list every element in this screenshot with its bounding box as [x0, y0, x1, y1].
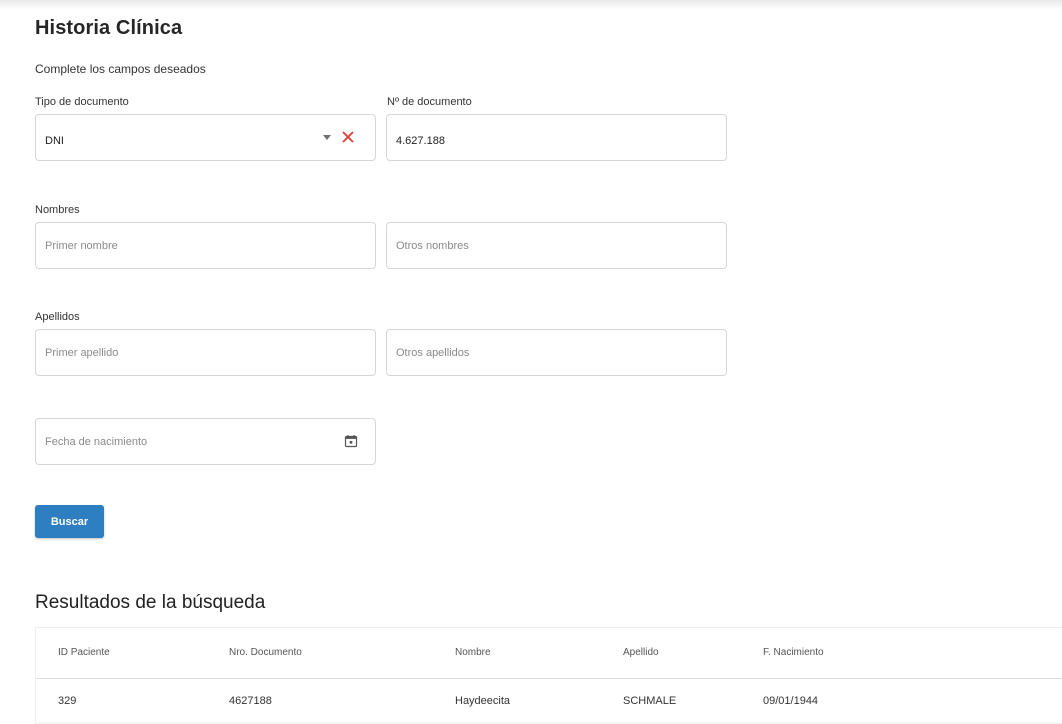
table-row[interactable]: 329 4627188 Haydeecita SCHMALE 09/01/194… — [36, 679, 1062, 723]
first-surname-field[interactable] — [35, 329, 376, 376]
column-header-id: ID Paciente — [58, 647, 110, 658]
results-table: ID Paciente Nro. Documento Nombre Apelli… — [35, 627, 1062, 724]
document-number-label: Nº de documento — [387, 96, 472, 108]
surnames-label: Apellidos — [35, 311, 80, 323]
first-name-input[interactable] — [45, 223, 375, 268]
document-type-select[interactable]: DNI — [35, 114, 376, 161]
cell-birth-date: 09/01/1944 — [763, 695, 819, 707]
column-header-surname: Apellido — [623, 647, 659, 658]
other-names-field[interactable] — [386, 222, 727, 269]
results-header-row: ID Paciente Nro. Documento Nombre Apelli… — [36, 628, 1062, 679]
caret-down-icon[interactable] — [323, 135, 331, 140]
search-button[interactable]: Buscar — [35, 505, 104, 538]
first-name-field[interactable] — [35, 222, 376, 269]
historia-clinica-page: Historia Clínica Complete los campos des… — [0, 0, 1062, 724]
cell-patient-id: 329 — [58, 695, 77, 707]
results-title: Resultados de la búsqueda — [35, 592, 266, 613]
column-header-document: Nro. Documento — [229, 647, 302, 658]
other-names-input[interactable] — [396, 223, 726, 268]
close-icon[interactable] — [340, 129, 356, 145]
birth-date-input[interactable] — [45, 419, 325, 464]
other-surnames-field[interactable] — [386, 329, 727, 376]
other-surnames-input[interactable] — [396, 330, 726, 375]
column-header-birth-date: F. Nacimiento — [763, 647, 824, 658]
form-subtitle: Complete los campos deseados — [35, 62, 206, 76]
first-surname-input[interactable] — [45, 330, 375, 375]
document-number-field[interactable]: 4.627.188 — [386, 114, 727, 161]
document-type-label: Tipo de documento — [35, 96, 129, 108]
cell-surname: SCHMALE — [623, 695, 677, 707]
cell-name: Haydeecita — [455, 695, 511, 707]
cell-document-number: 4627188 — [229, 695, 272, 707]
birth-date-field[interactable] — [35, 418, 376, 465]
page-title: Historia Clínica — [35, 17, 183, 39]
calendar-icon[interactable] — [344, 434, 358, 448]
top-shadow — [0, 0, 1062, 10]
names-label: Nombres — [35, 204, 80, 216]
document-number-value: 4.627.188 — [396, 134, 445, 147]
column-header-name: Nombre — [455, 647, 491, 658]
